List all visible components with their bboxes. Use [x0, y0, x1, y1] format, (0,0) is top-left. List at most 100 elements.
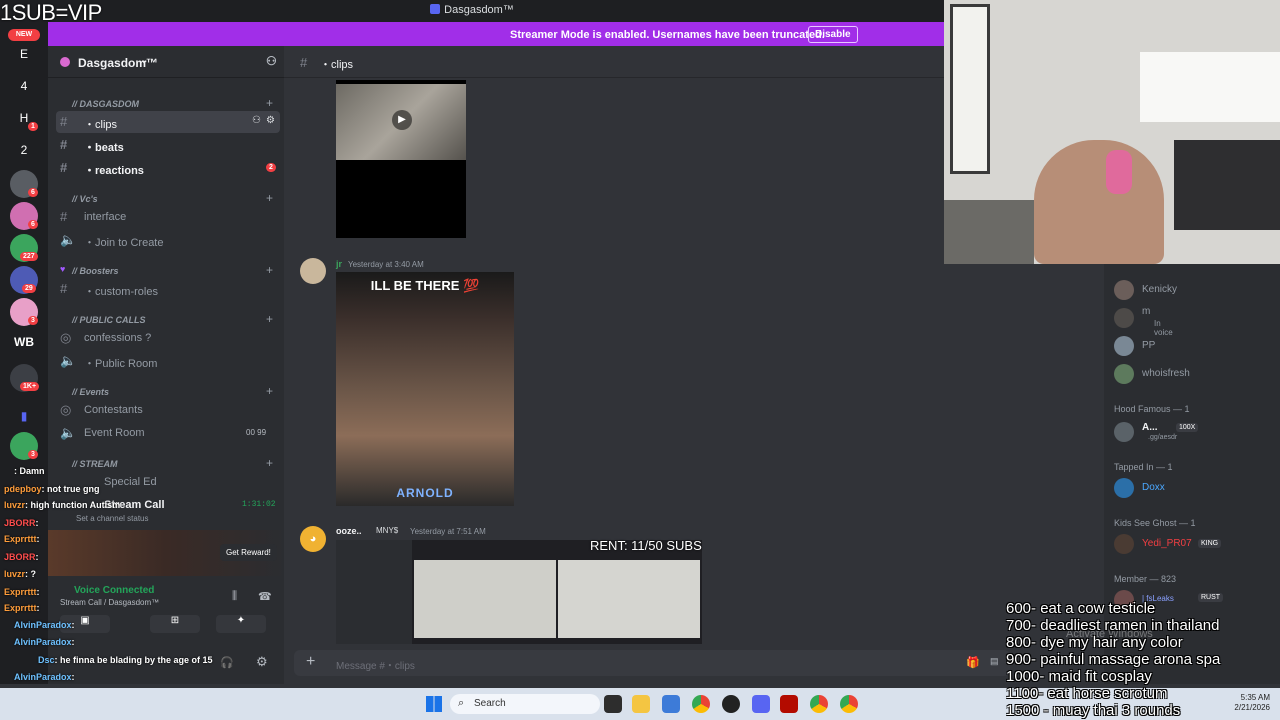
- taskbar-search[interactable]: ⌕ Search: [450, 694, 600, 714]
- chevron-down-icon: ⌄: [140, 55, 149, 66]
- channel-custom-roles[interactable]: # ・custom-roles: [56, 278, 280, 300]
- search-label: Search: [474, 698, 506, 709]
- add-channel-icon[interactable]: +: [266, 263, 273, 277]
- invite-people-icon[interactable]: ⚇: [266, 54, 277, 68]
- discord-icon[interactable]: [752, 695, 770, 713]
- category-dasgasdom[interactable]: // DASGASDOM: [72, 99, 139, 109]
- goal-item: 800- dye my hair any color: [1006, 634, 1183, 651]
- video-tile: [414, 560, 556, 638]
- server-badge: 3: [28, 316, 38, 325]
- video-attachment[interactable]: ▶: [336, 80, 466, 238]
- channel-beats[interactable]: # ・beats: [56, 134, 280, 156]
- server-icon-e[interactable]: E: [8, 40, 40, 68]
- message-composer[interactable]: + Message #・clips 🎁 ▤: [294, 650, 1010, 676]
- avatar[interactable]: [300, 258, 326, 284]
- message-input-placeholder[interactable]: Message #・clips: [336, 657, 415, 672]
- add-channel-icon[interactable]: +: [266, 312, 273, 326]
- file-explorer-icon[interactable]: [632, 695, 650, 713]
- channel-reactions[interactable]: # ・reactions 2: [56, 157, 280, 179]
- stream-screenshot-attachment[interactable]: [336, 540, 702, 644]
- streamer-mode-text: Streamer Mode is enabled. Usernames have…: [510, 29, 825, 41]
- server-badge: 3: [28, 450, 38, 459]
- forum-icon: ◎: [60, 330, 72, 345]
- stream-chat-message: AlvinParadox:: [14, 620, 75, 630]
- user-limit-counter: 00 99: [246, 428, 267, 437]
- hash-icon: #: [60, 281, 68, 296]
- server-icon-wb[interactable]: WB: [8, 328, 40, 356]
- obs-icon[interactable]: [722, 695, 740, 713]
- avatar: [1114, 336, 1134, 356]
- category-vcs[interactable]: // Vc's: [72, 194, 98, 204]
- category-public-calls[interactable]: // PUBLIC CALLS: [72, 315, 146, 325]
- message-author[interactable]: ooze..: [336, 526, 362, 536]
- gift-icon[interactable]: 🎁: [966, 656, 980, 669]
- attach-plus-icon[interactable]: +: [306, 653, 315, 671]
- channel-event-room[interactable]: 🔈 Event Room 00 99: [56, 422, 280, 444]
- avatar: [1114, 364, 1134, 384]
- task-view-icon[interactable]: [604, 695, 622, 713]
- channel-clips[interactable]: # ・clips ⚙ ⚇: [56, 111, 280, 133]
- noise-suppression-icon[interactable]: ⫼: [232, 590, 237, 603]
- channel-header-name: ・clips: [320, 59, 354, 71]
- gif-icon[interactable]: ▤: [990, 656, 999, 667]
- rent-overlay: RENT: 11/50 SUBS: [590, 538, 702, 553]
- webcam-wall: [944, 200, 1034, 264]
- store-icon[interactable]: [662, 695, 680, 713]
- category-events[interactable]: // Events: [72, 387, 109, 397]
- chrome-icon-2[interactable]: [810, 695, 828, 713]
- set-channel-status-link[interactable]: Set a channel status: [76, 514, 149, 523]
- server-icon-4[interactable]: 4: [8, 72, 40, 100]
- stream-chat-message: AlvinParadox:: [14, 637, 75, 647]
- call-timer: 1:31:02: [242, 500, 276, 509]
- hash-icon: #: [60, 114, 68, 129]
- gear-icon[interactable]: ⚙: [266, 115, 275, 126]
- channel-join-to-create[interactable]: 🔈 ・Join to Create: [56, 229, 280, 251]
- add-channel-icon[interactable]: +: [266, 384, 273, 398]
- chrome-icon[interactable]: [692, 695, 710, 713]
- play-icon[interactable]: ▶: [392, 110, 412, 130]
- activity-button[interactable]: ✦: [216, 615, 266, 633]
- taskbar-clock[interactable]: 5:35 AM 2/21/2026: [1226, 693, 1270, 713]
- adobe-icon[interactable]: [780, 695, 798, 713]
- settings-gear-icon[interactable]: ⚙: [256, 654, 268, 670]
- member-badge: 100X: [1176, 423, 1199, 432]
- headset-icon[interactable]: 🎧: [220, 656, 234, 669]
- clock-date: 2/21/2026: [1234, 703, 1270, 712]
- category-stream[interactable]: // STREAM: [72, 459, 118, 469]
- stream-chat-message: JBORR:: [4, 518, 39, 528]
- invite-icon[interactable]: ⚇: [252, 115, 261, 126]
- stream-goals-overlay: 600- eat a cow testicle 700- deadliest r…: [1006, 600, 1220, 719]
- window-title: Dasgasdom™: [444, 4, 514, 16]
- screen-share-button[interactable]: ⊞: [150, 615, 200, 633]
- disconnect-icon[interactable]: ☎: [258, 590, 272, 603]
- category-boosters[interactable]: // Boosters: [72, 266, 119, 276]
- voice-status[interactable]: Voice Connected: [74, 585, 154, 596]
- start-icon[interactable]: [426, 696, 442, 712]
- channel-confessions[interactable]: ◎ confessions ?: [56, 327, 280, 349]
- stream-chat-message: Dsc: he finna be blading by the age of 1…: [38, 655, 213, 665]
- chrome-icon-3[interactable]: [840, 695, 858, 713]
- add-channel-icon[interactable]: +: [266, 191, 273, 205]
- server-icon-2[interactable]: 2: [8, 136, 40, 164]
- voice-location[interactable]: Stream Call / Dasgasdom™: [60, 598, 159, 607]
- disable-streamer-mode-button[interactable]: Disable: [808, 26, 858, 43]
- webcam-door: [950, 4, 990, 174]
- add-channel-icon[interactable]: +: [266, 96, 273, 110]
- stream-chat-message: Exprrttt:: [4, 603, 40, 613]
- message-author[interactable]: jr: [336, 259, 342, 269]
- discord-avatar[interactable]: ◕: [300, 526, 326, 552]
- member-badge: KING: [1198, 539, 1222, 548]
- add-channel-icon[interactable]: +: [266, 456, 273, 470]
- image-caption: ILL BE THERE 💯: [370, 278, 480, 293]
- stream-chat-message: Exprrttt:: [4, 534, 40, 544]
- channel-contestants[interactable]: ◎ Contestants: [56, 399, 280, 421]
- heart-icon: ♥: [60, 264, 66, 274]
- channel-public-room[interactable]: 🔈 ・Public Room: [56, 350, 280, 372]
- server-header[interactable]: Dasgasdom™ ⌄ ⚇: [48, 46, 284, 78]
- get-reward-button[interactable]: Get Reward!: [220, 544, 277, 561]
- folder-icon[interactable]: ▮: [8, 402, 40, 430]
- image-attachment[interactable]: ILL BE THERE 💯 ARNOLD: [336, 272, 514, 506]
- member-group-header: Kids See Ghost — 1: [1114, 518, 1196, 528]
- channel-interface[interactable]: # interface: [56, 206, 280, 228]
- window-titlebar: Dasgasdom™: [0, 0, 944, 22]
